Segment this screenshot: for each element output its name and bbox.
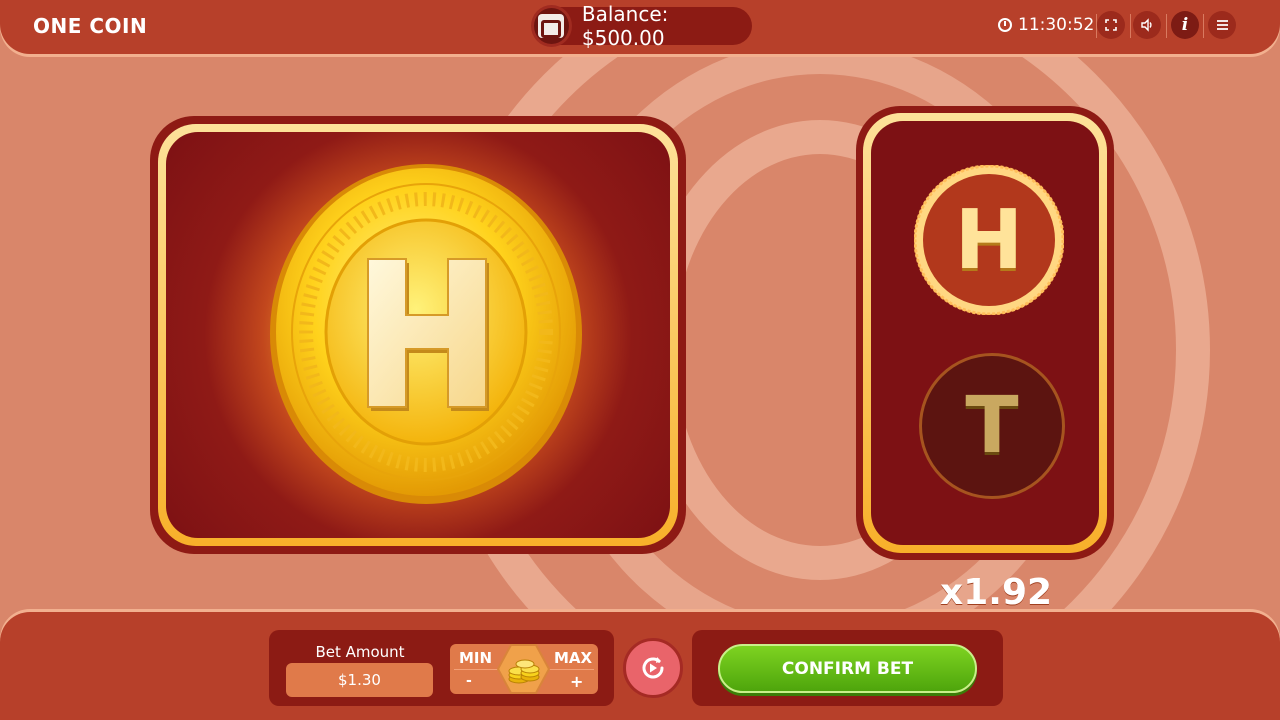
clock-icon: [998, 18, 1012, 32]
balance-display: Balance: $500.00: [531, 2, 752, 50]
max-bet-button[interactable]: MAX: [554, 649, 592, 667]
sound-icon: [1141, 18, 1152, 32]
divider: [1166, 14, 1167, 38]
bet-amount-label: Bet Amount: [315, 643, 405, 661]
clock: 11:30:52: [998, 15, 1094, 35]
choice-tails-label: T: [965, 381, 1019, 471]
menu-button[interactable]: [1208, 11, 1236, 39]
divider: [1203, 14, 1204, 38]
game-title: ONE COIN: [33, 14, 148, 38]
increase-bet-button[interactable]: +: [570, 672, 583, 691]
balance-text: Balance: $500.00: [581, 2, 669, 50]
info-button[interactable]: i: [1171, 11, 1199, 39]
replay-icon: [642, 657, 664, 679]
fullscreen-icon: [1105, 19, 1117, 31]
payout-multiplier: x1.92: [940, 572, 1053, 613]
choice-tails-button[interactable]: T: [919, 353, 1065, 499]
info-icon: i: [1181, 15, 1189, 35]
coin-stack-icon: [497, 644, 550, 694]
fullscreen-button[interactable]: [1097, 11, 1125, 39]
repeat-bet-button[interactable]: [623, 638, 683, 698]
wallet-icon: [531, 5, 572, 47]
bet-amount-input[interactable]: [286, 663, 433, 697]
choice-panel: H T: [856, 106, 1114, 560]
sound-button[interactable]: [1133, 11, 1161, 39]
confirm-bet-button[interactable]: CONFIRM BET: [718, 644, 977, 693]
coin-display-panel: [150, 116, 686, 554]
decrease-bet-button[interactable]: -: [466, 673, 472, 689]
min-bet-button[interactable]: MIN: [459, 649, 492, 667]
big-coin: [270, 164, 582, 504]
menu-icon: [1216, 20, 1228, 30]
clock-time: 11:30:52: [1018, 15, 1095, 35]
divider: [1130, 14, 1131, 38]
choice-heads-button[interactable]: H: [914, 165, 1064, 315]
choice-heads-label: H: [954, 192, 1024, 288]
